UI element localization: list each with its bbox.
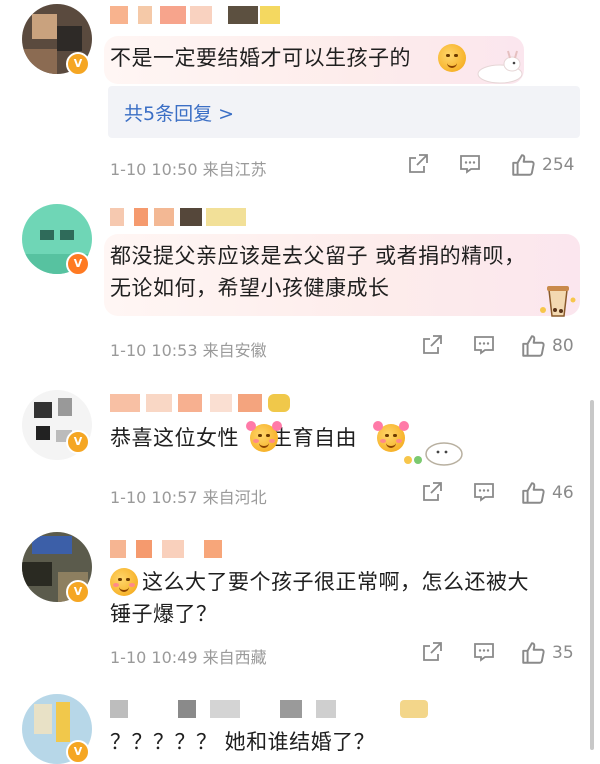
username-mosaic[interactable]: [110, 394, 290, 412]
comment-item: V 不是一定要结婚才可以生孩子的 共5条回复 > 1-10 10:50 来自江苏: [0, 0, 600, 190]
share-square-icon: [423, 482, 442, 501]
comment-button[interactable]: [458, 152, 482, 180]
like-button[interactable]: 80: [520, 333, 580, 361]
thumbs-up-icon: [522, 482, 545, 504]
comment-text: 不是一定要结婚才可以生孩子的: [110, 46, 411, 70]
like-count: 46: [552, 483, 574, 503]
comment-bubble-icon: [474, 483, 494, 502]
comment-meta: 1-10 10:57 来自河北: [110, 484, 267, 508]
action-bar: 46: [420, 480, 576, 508]
bubble-tea-sticker-icon: [540, 286, 576, 317]
like-button[interactable]: 46: [520, 480, 580, 508]
comment-location: 来自安徽: [202, 341, 267, 360]
username-mosaic[interactable]: [110, 700, 430, 718]
thumbs-up-icon: [512, 154, 535, 176]
verified-badge: V: [66, 580, 90, 604]
verified-badge: V: [66, 430, 90, 454]
share-square-icon: [409, 154, 428, 173]
comment-meta: 1-10 10:49 来自西藏: [110, 644, 267, 668]
comment-text-segment: 生育自由: [271, 426, 357, 450]
forward-button[interactable]: [420, 640, 444, 668]
like-button[interactable]: 35: [520, 640, 580, 668]
verified-badge: V: [66, 52, 90, 76]
comment-time: 1-10 10:50: [110, 160, 198, 179]
comment-location: 来自河北: [202, 488, 267, 507]
action-bar: 35: [420, 640, 576, 668]
like-count: 80: [552, 336, 574, 356]
comment-bubble-icon: [474, 643, 494, 662]
comment-text-line: 无论如何，希望小孩健康成长: [110, 276, 390, 300]
forward-button[interactable]: [420, 333, 444, 361]
forward-button[interactable]: [406, 152, 430, 180]
verified-badge: V: [66, 252, 90, 276]
username-mosaic[interactable]: [110, 6, 280, 24]
comment-time: 1-10 10:49: [110, 648, 198, 667]
like-count: 254: [542, 155, 575, 175]
comment-location: 来自江苏: [202, 160, 267, 179]
comment-meta: 1-10 10:50 来自江苏: [110, 156, 267, 180]
comment-text-line: 都没提父亲应该是去父留子 或者捐的精呗，: [110, 244, 526, 268]
share-square-icon: [423, 335, 442, 354]
view-replies-link[interactable]: 共5条回复 >: [108, 86, 580, 138]
thumbs-up-icon: [522, 642, 545, 664]
share-square-icon: [423, 642, 442, 661]
sheep-sticker-icon: [404, 442, 463, 466]
action-bar: 80: [420, 333, 576, 361]
comment-text: 这么大了要个孩子很正常啊，怎么还被大 锤子爆了？: [110, 566, 529, 630]
comment-time: 1-10 10:53: [110, 341, 198, 360]
action-bar: 254: [406, 152, 576, 180]
comment-text-line: 锤子爆了？: [110, 602, 218, 626]
comment-item: V ？？？？？ 她和谁结婚了？: [0, 692, 600, 764]
like-button[interactable]: 254: [510, 152, 580, 180]
comment-button[interactable]: [472, 480, 496, 508]
username-mosaic[interactable]: [110, 540, 230, 558]
comment-button[interactable]: [472, 333, 496, 361]
verified-badge: V: [66, 740, 90, 764]
comment-item: V 都没提父亲应该是去父留子 或者捐的精呗， 无论如何，希望小孩健康成长 1-1…: [0, 196, 600, 376]
bunny-sticker-icon: [477, 50, 523, 84]
view-replies-label: 共5条回复 >: [124, 103, 235, 125]
comment-item: V 这么大了要个孩子很正常啊，怎么还被大 锤子爆了？ 1-10 10:49 来自…: [0, 528, 600, 688]
comment-text: ？？？？？ 她和谁结婚了？: [110, 730, 376, 754]
comment-meta: 1-10 10:53 来自安徽: [110, 337, 267, 361]
shy-emoji-icon: [438, 44, 466, 72]
scrollbar[interactable]: [590, 400, 594, 750]
comment-text-line: 这么大了要个孩子很正常啊，怎么还被大: [142, 570, 529, 594]
avatar-mosaic: [34, 402, 52, 418]
comment-text: 恭喜这位女性 生育自由: [110, 422, 357, 454]
like-count: 35: [552, 643, 574, 663]
username-mosaic[interactable]: [110, 208, 250, 226]
comment-text-segment: 恭喜这位女性: [110, 426, 239, 450]
comment-button[interactable]: [472, 640, 496, 668]
comment-time: 1-10 10:57: [110, 488, 198, 507]
comment-location: 来自西藏: [202, 648, 267, 667]
comment-text: 都没提父亲应该是去父留子 或者捐的精呗， 无论如何，希望小孩健康成长: [110, 240, 526, 304]
blushing-emoji-icon: [246, 421, 282, 452]
forward-button[interactable]: [420, 480, 444, 508]
thumbs-up-icon: [522, 335, 545, 357]
comment-bubble-icon: [474, 336, 494, 355]
comment-item: V 恭喜这位女性 生育自由 1-10 10:57 来自河北 46: [0, 384, 600, 520]
comment-bubble-icon: [460, 155, 480, 174]
